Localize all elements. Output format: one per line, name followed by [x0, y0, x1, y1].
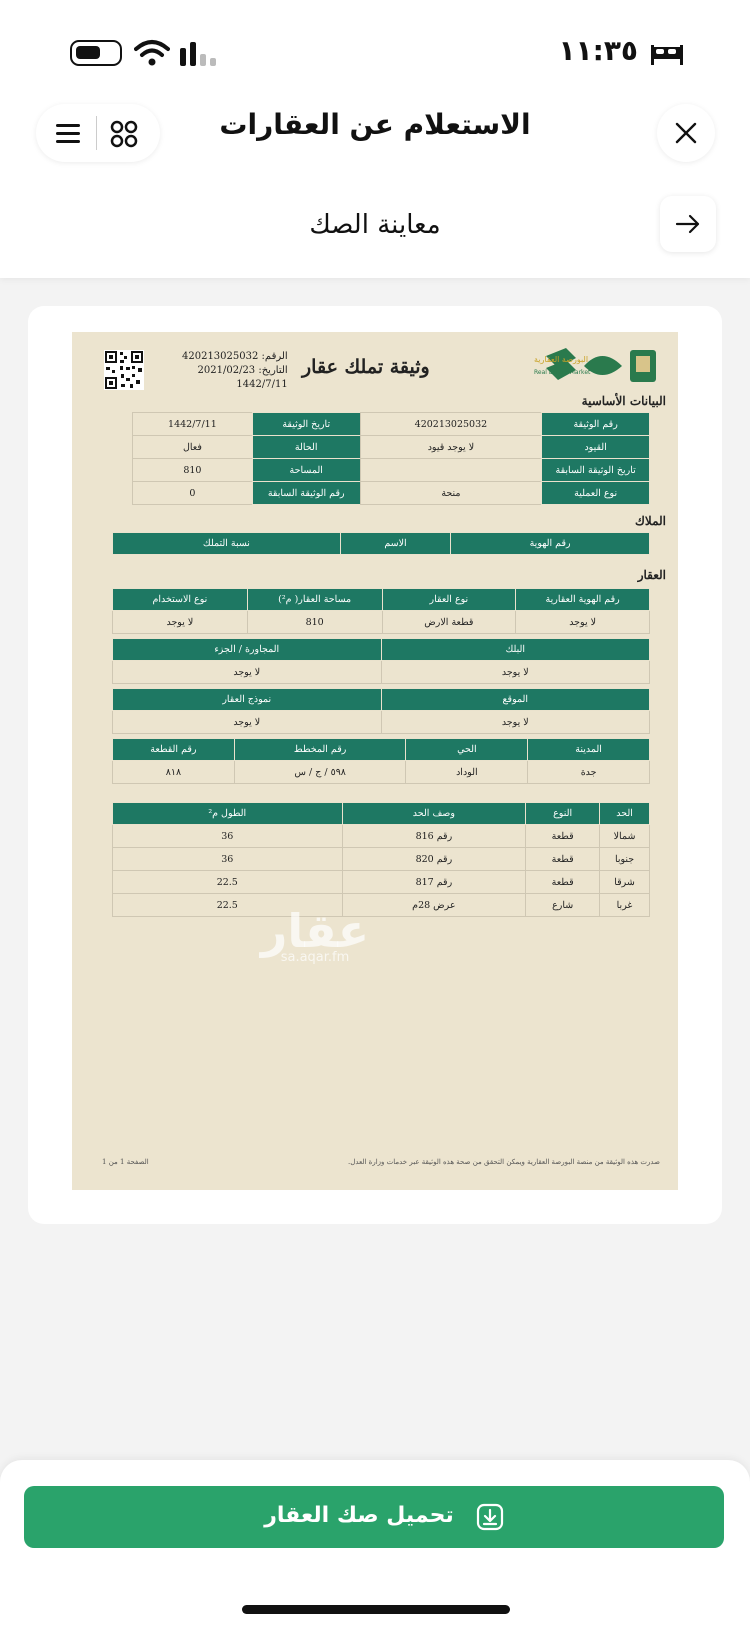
bottom-action-bar: تحميل صك العقار	[0, 1460, 750, 1628]
section-property: العقار	[637, 568, 666, 582]
table-header-row: رقم الهوية العقارية نوع العقار مساحة الع…	[112, 588, 650, 611]
menu-icon[interactable]	[54, 121, 82, 145]
table-row: لا يوجد لا يوجد	[112, 710, 650, 734]
document-footer-note: صدرت هذه الوثيقة من منصة البورصة العقاري…	[348, 1158, 660, 1166]
document-meta: الرقم: 420213025032 التاريخ: 2021/02/23 …	[182, 350, 288, 392]
arrow-right-icon	[675, 214, 700, 234]
document-title: وثيقة تملك عقار	[302, 356, 430, 378]
table-row: غربا شارع عرض 28م 22.5	[112, 893, 650, 917]
table-header-row: رقم الهوية الاسم نسبة التملك	[112, 532, 650, 555]
qr-code-icon	[104, 350, 144, 390]
wifi-icon	[134, 40, 170, 66]
status-bar: ١١:٣٥	[0, 0, 750, 100]
logo-text-ar: البورصة العقارية	[534, 355, 588, 364]
pill-divider	[96, 116, 97, 150]
property-table-1: رقم الهوية العقارية نوع العقار مساحة الع…	[112, 588, 650, 634]
ministry-logos: البورصة العقارية Real Estate Market	[534, 348, 656, 382]
table-row: نوع العملية منحة رقم الوثيقة السابقة 0	[132, 481, 650, 505]
property-table-2: البلك المجاورة / الجزء لا يوجد لا يوجد	[112, 638, 651, 684]
owners-table: رقم الهوية الاسم نسبة التملك	[112, 532, 650, 555]
close-button[interactable]	[657, 104, 715, 162]
status-time: ١١:٣٥	[558, 34, 638, 67]
table-header-row: الحد النوع وصف الحد الطول م²	[112, 802, 650, 825]
document-date: التاريخ: 2021/02/23	[197, 365, 288, 376]
watermark: عقار sa.aqar.fm	[260, 904, 370, 965]
table-row: لا يوجد لا يوجد	[112, 660, 651, 684]
table-row: رقم الوثيقة 420213025032 تاريخ الوثيقة 1…	[132, 412, 650, 436]
table-header-row: المدينة الحي رقم المخطط رقم القطعة	[112, 738, 650, 761]
bed-icon	[651, 45, 683, 65]
download-label: تحميل صك العقار	[264, 1503, 454, 1528]
basic-data-table: رقم الوثيقة 420213025032 تاريخ الوثيقة 1…	[132, 412, 650, 505]
table-row: لا يوجد قطعة الارض 810 لا يوجد	[112, 610, 650, 634]
table-row: جنوبا قطعة رقم 820 36	[112, 847, 650, 871]
property-table-4: المدينة الحي رقم المخطط رقم القطعة جدة ا…	[112, 738, 650, 784]
table-header-row: الموقع نموذج العقار	[112, 688, 650, 711]
table-row: شمالا قطعة رقم 816 36	[112, 824, 650, 848]
table-row: تاريخ الوثيقة السابقة المساحة 810	[132, 458, 650, 482]
page-number: الصفحة 1 من 1	[102, 1158, 149, 1166]
sub-header: معاينة الصك	[0, 190, 750, 260]
table-row: جدة الوداد ٥٩٨ / ج / س ٨١٨	[112, 760, 650, 784]
table-header-row: البلك المجاورة / الجزء	[112, 638, 651, 661]
borders-table: الحد النوع وصف الحد الطول م² شمالا قطعة …	[112, 802, 650, 917]
logo-text-en: Real Estate Market	[534, 369, 591, 376]
table-row: القيود لا يوجد قيود الحالة فعال	[132, 435, 650, 459]
apps-grid-icon[interactable]	[110, 120, 138, 148]
home-indicator	[242, 1605, 510, 1614]
close-icon	[675, 122, 697, 144]
download-icon	[476, 1503, 504, 1531]
property-table-3: الموقع نموذج العقار لا يوجد لا يوجد	[112, 688, 650, 734]
page-title: معاينة الصك	[309, 210, 441, 240]
table-row: شرقا قطعة رقم 817 22.5	[112, 870, 650, 894]
section-owners: الملاك	[635, 514, 666, 528]
document-number: الرقم: 420213025032	[182, 351, 288, 362]
deed-document[interactable]: الرقم: 420213025032 التاريخ: 2021/02/23 …	[72, 332, 678, 1190]
menu-pill	[36, 104, 160, 162]
battery-icon	[70, 40, 122, 66]
title-bar: الاستعلام عن العقارات	[0, 100, 750, 180]
document-hijri-date: 1442/7/11	[236, 379, 288, 390]
back-button[interactable]	[660, 196, 716, 252]
section-basic-data: البيانات الأساسية	[581, 394, 666, 408]
download-deed-button[interactable]: تحميل صك العقار	[24, 1486, 724, 1548]
app-title: الاستعلام عن العقارات	[219, 108, 531, 141]
signal-icon	[180, 42, 216, 66]
